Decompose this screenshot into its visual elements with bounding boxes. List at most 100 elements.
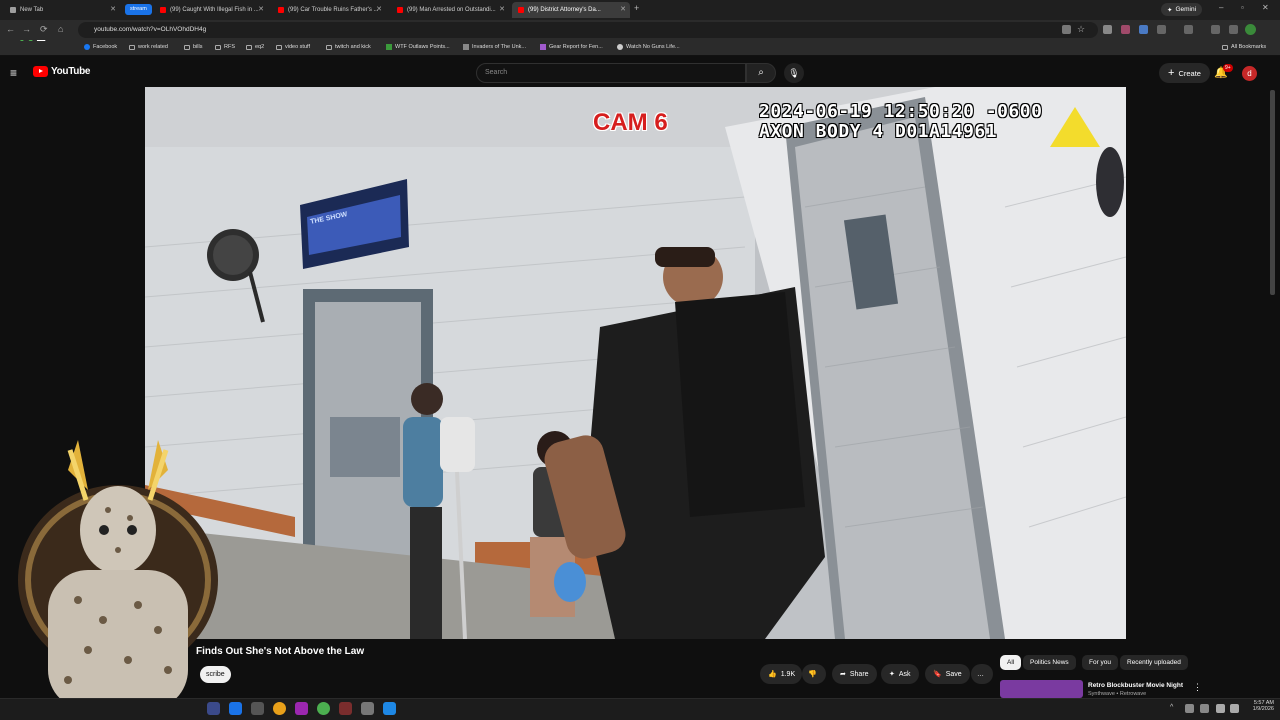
sparkle-icon: ✦ <box>1167 6 1173 14</box>
thumbs-up-icon: 👍 <box>768 671 777 678</box>
taskbar-app-icon[interactable] <box>207 702 220 715</box>
ask-button[interactable]: ✦ Ask <box>881 664 919 684</box>
bookmark-label: Watch No Guns Life... <box>626 44 680 50</box>
close-tab-icon[interactable]: ✕ <box>258 5 264 13</box>
search-button[interactable]: ⌕ <box>746 63 776 83</box>
menu-icon[interactable] <box>1229 25 1238 34</box>
taskbar-app-icon[interactable] <box>383 702 396 715</box>
plus-icon: + <box>1168 67 1175 79</box>
recommended-thumbnail[interactable] <box>1000 680 1083 698</box>
share-icon: ➦ <box>840 671 846 678</box>
tray-app-icon[interactable] <box>1200 704 1209 713</box>
close-tab-icon[interactable]: ✕ <box>499 5 505 13</box>
extension-icon[interactable] <box>1139 25 1148 34</box>
tab-video-active[interactable]: (99) District Attorney's Da... ✕ <box>512 2 630 18</box>
bookmark-label: WTF Outlaws Points... <box>395 44 450 50</box>
bookmark-link[interactable]: WTF Outlaws Points... <box>386 44 450 50</box>
youtube-logo[interactable]: YouTube <box>33 66 91 77</box>
save-button[interactable]: 🔖 Save <box>925 664 970 684</box>
taskbar-app-icon[interactable] <box>295 702 308 715</box>
gemini-button[interactable]: ✦ Gemini <box>1161 3 1203 16</box>
bookmark-link[interactable]: Gear Report for Fen... <box>540 44 603 50</box>
tab-title: (99) District Attorney's Da... <box>528 7 601 13</box>
bookmark-folder[interactable]: RFS <box>215 44 235 50</box>
recommended-title[interactable]: Retro Blockbuster Movie Night <box>1088 682 1183 689</box>
dislike-button[interactable]: 👎 <box>802 664 826 684</box>
recommended-more-icon[interactable]: ⋮ <box>1193 682 1202 693</box>
chrome-icon[interactable] <box>273 702 286 715</box>
video-device-id: AXON BODY 4 D01A14961 <box>759 121 998 142</box>
like-button[interactable]: 👍 1.9K <box>760 664 802 684</box>
chip-all[interactable]: All <box>1000 655 1022 670</box>
taskbar-app-icon[interactable] <box>251 702 264 715</box>
close-window-icon[interactable]: ✕ <box>1262 3 1269 12</box>
page-scrollbar[interactable] <box>1270 90 1275 295</box>
taskbar-app-icon[interactable] <box>339 702 352 715</box>
maximize-icon[interactable]: ▫ <box>1241 3 1244 12</box>
video-player[interactable]: CAM 6 2024-06-19 12:50:20 -0600 AXON BOD… <box>145 87 1126 639</box>
new-tab-icon[interactable]: + <box>634 3 639 13</box>
tray-app-icon[interactable] <box>1185 704 1194 713</box>
forward-icon[interactable]: → <box>22 24 31 34</box>
reload-icon[interactable]: ⟳ <box>40 24 48 35</box>
tab-group-chip[interactable]: stream <box>125 4 152 15</box>
bookmark-folder[interactable]: bills <box>184 44 202 50</box>
chip-politics-news[interactable]: Politics News <box>1023 655 1076 670</box>
bookmark-folder[interactable]: eq2 <box>246 44 264 50</box>
url-bar[interactable]: youtube.com/watch?v=OLhVOhdDH4g <box>78 22 1098 38</box>
taskbar-app-icon[interactable] <box>229 702 242 715</box>
extension-icon[interactable] <box>1121 25 1130 34</box>
clock[interactable]: 5:57 AM 1/9/2026 <box>1244 700 1274 712</box>
chrome-icon <box>10 7 16 13</box>
extensions-puzzle-icon[interactable] <box>1157 25 1166 34</box>
tab-video-2[interactable]: (99) Car Trouble Ruins Father's ... ✕ <box>272 2 386 18</box>
avatar[interactable]: d <box>1242 66 1257 81</box>
search-input[interactable]: Search <box>476 63 746 83</box>
bookmark-link[interactable]: Invaders of The Unk... <box>463 44 526 50</box>
bookmark-link[interactable]: Watch No Guns Life... <box>617 44 680 50</box>
minimize-icon[interactable]: – <box>1219 3 1223 12</box>
back-icon[interactable]: ← <box>6 24 15 34</box>
site-icon <box>463 44 469 50</box>
tab-title: (99) Car Trouble Ruins Father's ... <box>288 7 379 13</box>
install-icon[interactable] <box>1062 25 1071 34</box>
close-tab-icon[interactable]: ✕ <box>110 5 116 13</box>
voice-search-button[interactable]: 🎙 <box>784 63 804 83</box>
tab-new-tab[interactable]: New Tab ✕ <box>4 2 120 18</box>
more-actions-button[interactable]: … <box>971 664 993 684</box>
settings-icon[interactable] <box>361 702 374 715</box>
bookmark-folder[interactable]: work related <box>129 44 168 50</box>
download-icon[interactable] <box>1211 25 1220 34</box>
video-frame <box>145 87 1126 639</box>
network-icon[interactable] <box>1216 704 1225 713</box>
chip-for-you[interactable]: For you <box>1082 655 1119 670</box>
bookmark-facebook[interactable]: Facebook <box>84 44 117 50</box>
url-text: youtube.com/watch?v=OLhVOhdDH4g <box>94 26 207 33</box>
sidepanel-icon[interactable] <box>1184 25 1193 34</box>
home-icon[interactable]: ⌂ <box>58 24 63 34</box>
tab-video-1[interactable]: (99) Caught With Illegal Fish in ... ✕ <box>154 2 268 18</box>
site-icon <box>386 44 392 50</box>
taskbar-app-icon[interactable] <box>317 702 330 715</box>
bookmark-folder[interactable]: video stuff <box>276 44 310 50</box>
tab-video-3[interactable]: (99) Man Arrested on Outstandi... ✕ <box>391 2 509 18</box>
subscribe-button[interactable]: scribe <box>200 666 231 683</box>
close-tab-icon[interactable]: ✕ <box>376 5 382 13</box>
extension-icon[interactable] <box>1103 25 1112 34</box>
folder-icon <box>184 44 190 50</box>
chip-recently-uploaded[interactable]: Recently uploaded <box>1120 655 1188 670</box>
profile-icon[interactable] <box>1245 24 1256 35</box>
bookmark-icon: 🔖 <box>933 671 942 678</box>
recommended-channel: Synthwave • Retrowave <box>1088 691 1147 697</box>
folder-icon <box>1222 44 1228 50</box>
tray-chevron-icon[interactable]: ^ <box>1170 704 1173 711</box>
volume-icon[interactable] <box>1230 704 1239 713</box>
star-icon[interactable]: ☆ <box>1077 24 1085 35</box>
all-bookmarks[interactable]: All Bookmarks <box>1222 44 1266 50</box>
bookmark-folder[interactable]: twitch and kick <box>326 44 371 50</box>
hamburger-menu-icon[interactable]: ≡ <box>10 66 17 80</box>
share-button[interactable]: ➦ Share <box>832 664 877 684</box>
more-icon: … <box>977 670 984 678</box>
create-button[interactable]: + Create <box>1159 63 1210 83</box>
close-tab-icon[interactable]: ✕ <box>620 5 626 13</box>
